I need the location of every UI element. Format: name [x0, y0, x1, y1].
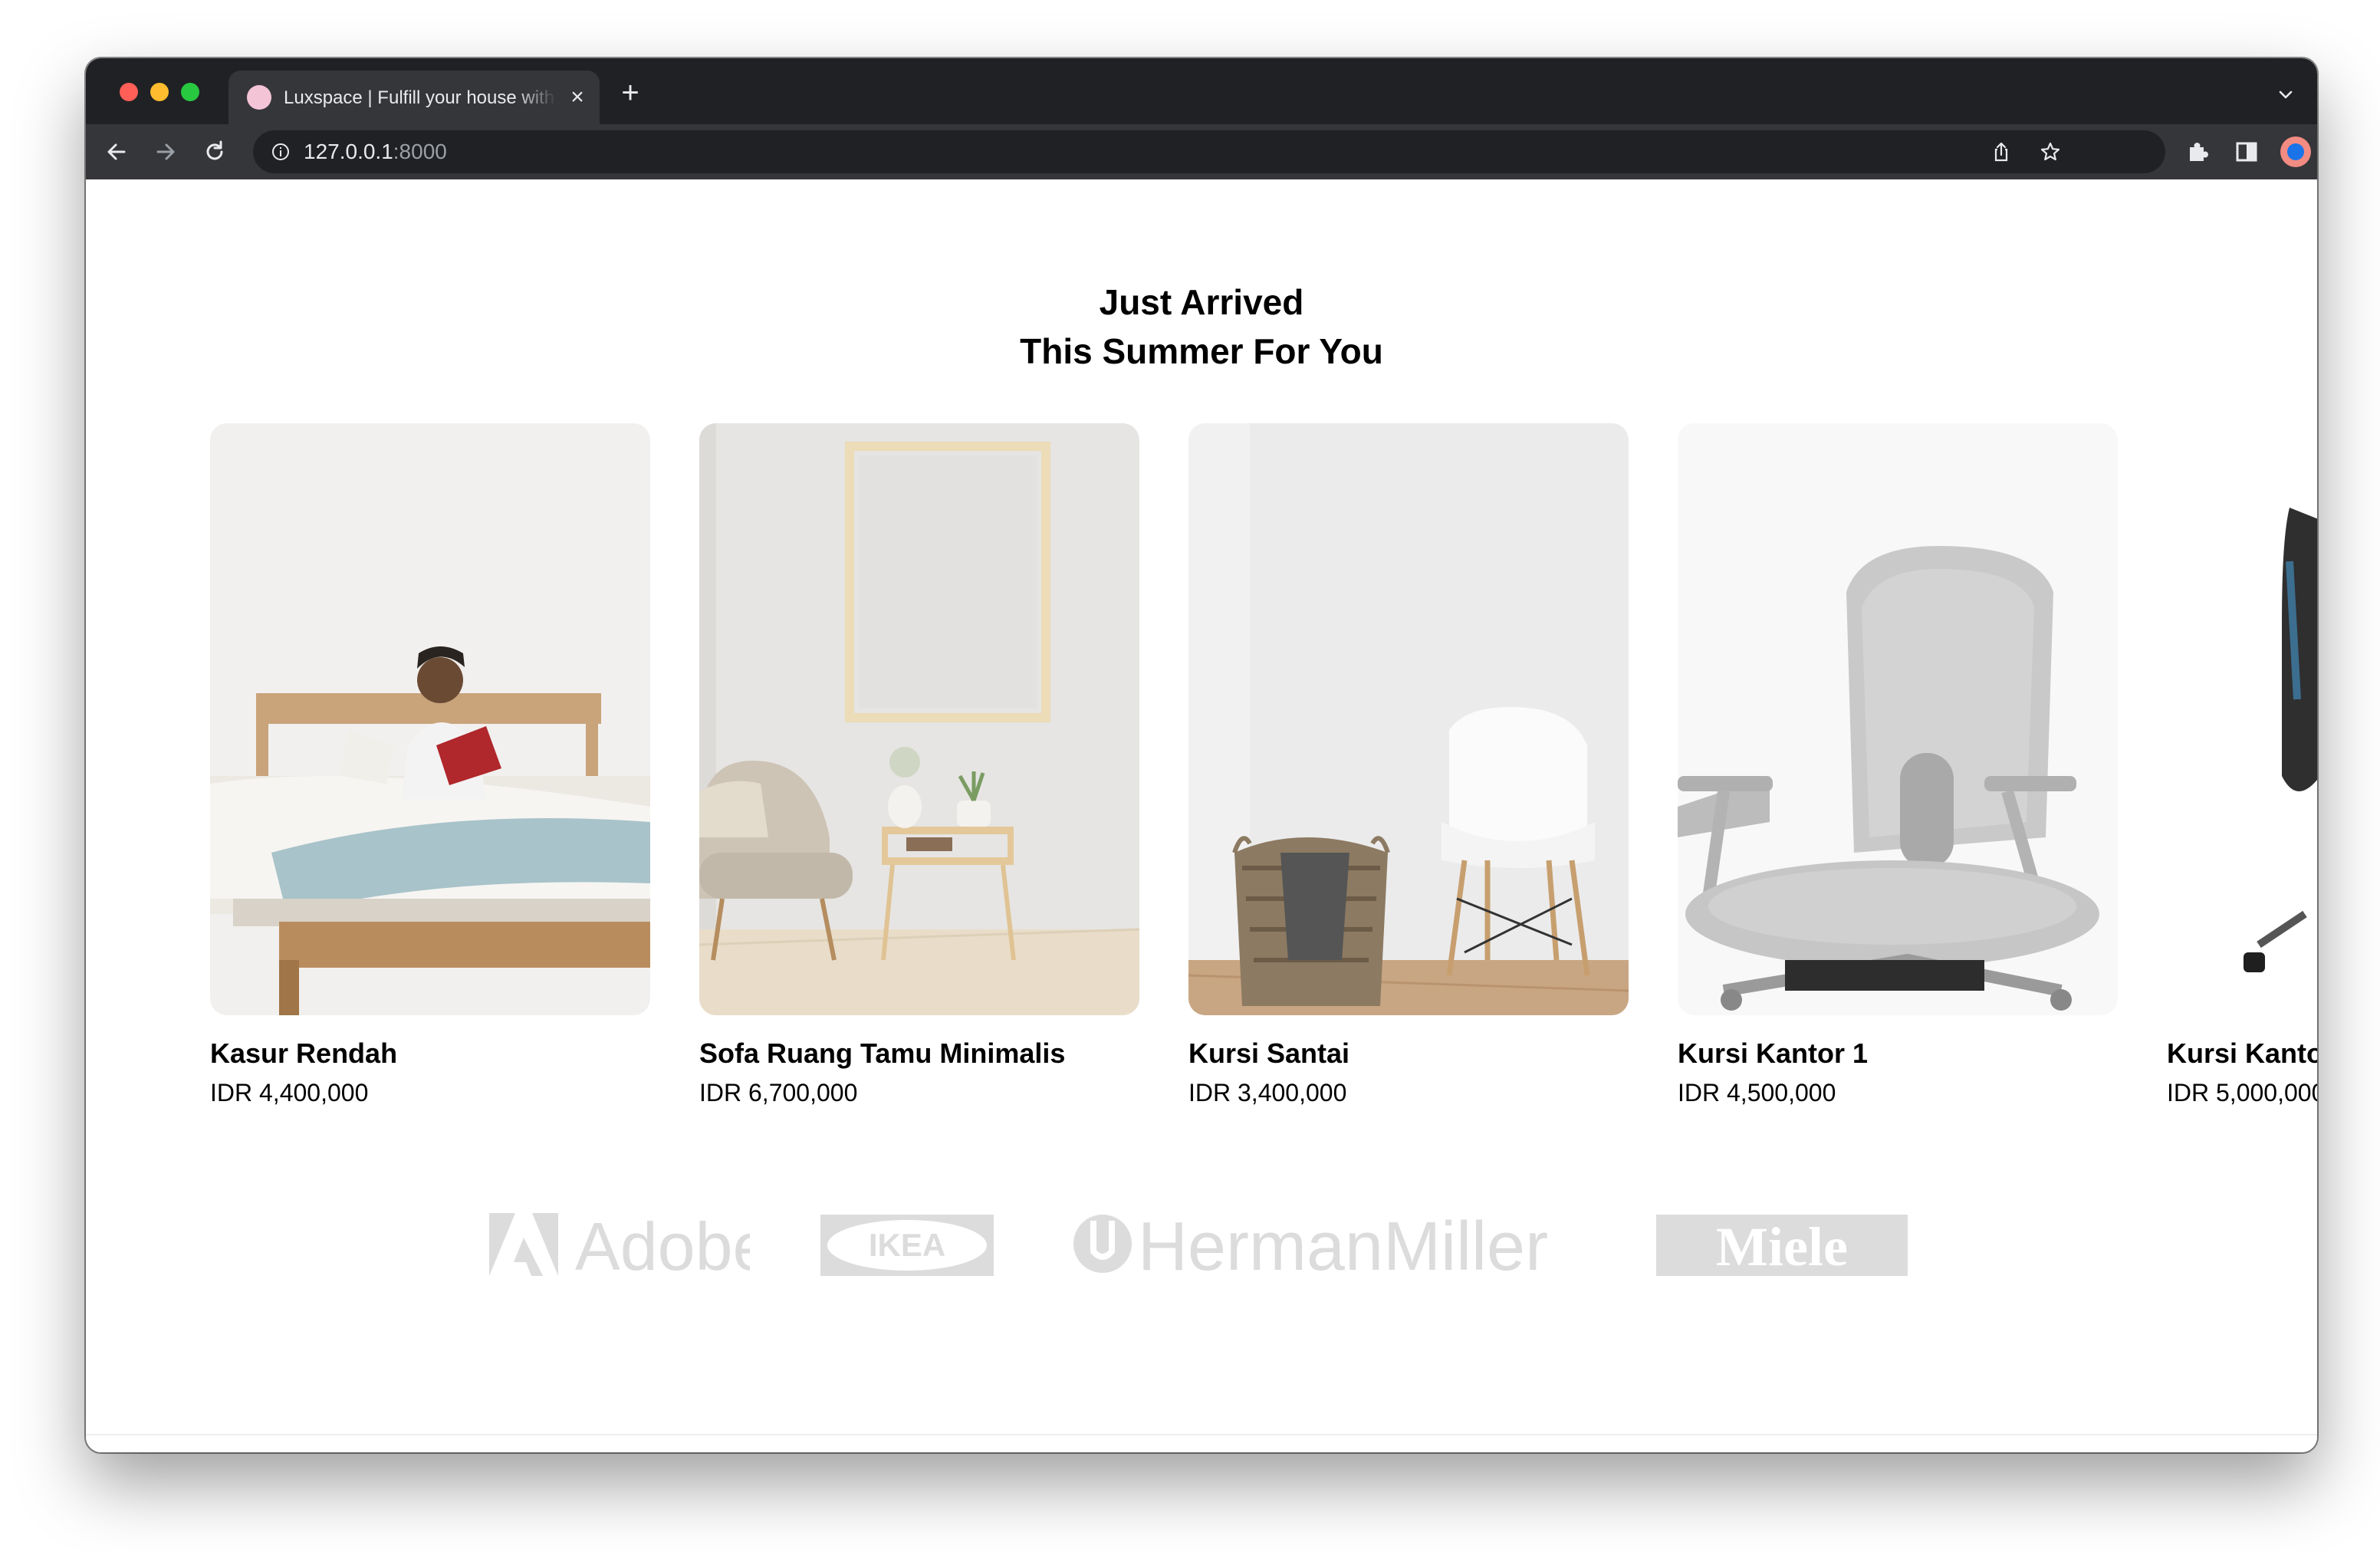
product-image-chair[interactable]	[1188, 423, 1629, 1015]
back-arrow-icon[interactable]	[103, 138, 130, 166]
brand-logos: Adobe IKEA HermanMiller Miele	[86, 1207, 2317, 1299]
section-title-line2: This Summer For You	[1020, 331, 1383, 371]
product-image-armchair[interactable]	[699, 423, 1139, 1015]
product-price: IDR 4,500,000	[1678, 1079, 1836, 1106]
new-tab-button[interactable]: +	[616, 77, 644, 108]
product-image-office-chair-2[interactable]	[2167, 423, 2317, 1015]
minimize-window-button[interactable]	[150, 83, 169, 101]
favicon-icon	[247, 85, 271, 110]
product-image-bed[interactable]	[210, 423, 650, 1015]
reload-icon[interactable]	[201, 138, 228, 166]
maximize-window-button[interactable]	[181, 83, 199, 101]
address-bar[interactable]: 127.0.0.1:8000	[253, 130, 2165, 173]
product-price: IDR 4,400,000	[210, 1079, 369, 1106]
url-port: :8000	[393, 140, 447, 163]
ikea-logo-text: IKEA	[869, 1227, 945, 1263]
section-heading: Just Arrived This Summer For You	[86, 278, 2317, 376]
product-name[interactable]: Kursi Santai	[1188, 1035, 1349, 1072]
share-icon[interactable]	[1990, 141, 2012, 163]
url-host: 127.0.0.1	[304, 140, 393, 163]
tab-title: Luxspace | Fulfill your house with beaut…	[284, 87, 557, 108]
close-window-button[interactable]	[120, 83, 138, 101]
tab-close-icon[interactable]: ×	[566, 86, 589, 109]
product-name[interactable]: Kursi Kantor 1	[1678, 1035, 1868, 1072]
browser-tab-active[interactable]: Luxspace | Fulfill your house with beaut…	[228, 71, 600, 124]
product-image-office-chair[interactable]	[1678, 423, 2118, 1015]
miele-logo-text: Miele	[1716, 1216, 1848, 1277]
page-content: Just Arrived This Summer For You Kasur R…	[86, 179, 2317, 1452]
side-panel-icon[interactable]	[2233, 138, 2260, 166]
ikea-logo: IKEA	[820, 1215, 994, 1276]
bookmark-star-icon[interactable]	[2040, 141, 2061, 163]
profile-avatar[interactable]	[2280, 136, 2311, 167]
footer-divider	[86, 1434, 2317, 1435]
product-price: IDR 3,400,000	[1188, 1079, 1347, 1106]
tab-bar: Luxspace | Fulfill your house with beaut…	[86, 58, 2317, 124]
product-name[interactable]: Kursi Kantor 2	[2167, 1035, 2317, 1072]
browser-window: Luxspace | Fulfill your house with beaut…	[86, 58, 2317, 1452]
product-price: IDR 6,700,000	[699, 1079, 858, 1106]
info-icon[interactable]	[271, 143, 290, 161]
extensions-puzzle-icon[interactable]	[2184, 138, 2211, 166]
adobe-logo: Adobe	[489, 1208, 750, 1284]
product-name[interactable]: Kasur Rendah	[210, 1035, 397, 1072]
tab-search-chevron-icon[interactable]	[2277, 86, 2294, 103]
adobe-logo-text: Adobe	[575, 1208, 750, 1284]
hermanmiller-logo-text: HermanMiller	[1138, 1208, 1548, 1284]
forward-arrow-icon[interactable]	[152, 138, 179, 166]
browser-toolbar: 127.0.0.1:8000	[86, 124, 2317, 179]
url-text[interactable]: 127.0.0.1:8000	[304, 140, 447, 164]
product-name[interactable]: Sofa Ruang Tamu Minimalis	[699, 1035, 1065, 1072]
miele-logo: Miele	[1656, 1215, 1908, 1277]
hermanmiller-logo: HermanMiller	[1073, 1208, 1548, 1284]
product-price: IDR 5,000,000	[2167, 1079, 2317, 1106]
avatar-inner	[2287, 143, 2304, 160]
section-title-line1: Just Arrived	[1099, 282, 1304, 322]
